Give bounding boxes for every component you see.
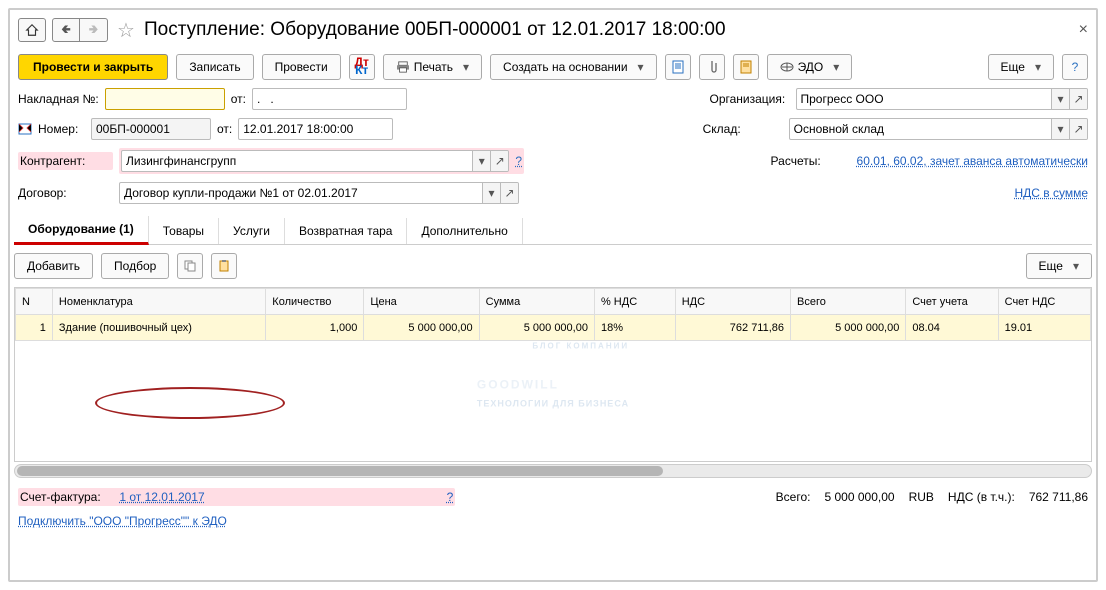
invoice-label: Накладная №: xyxy=(18,92,99,106)
write-button[interactable]: Записать xyxy=(176,54,253,80)
contract-input[interactable] xyxy=(120,183,482,203)
org-input[interactable] xyxy=(797,89,1052,109)
dtkt-icon[interactable]: ДтКт xyxy=(349,54,375,80)
col-item[interactable]: Номенклатура xyxy=(52,289,265,315)
attach-icon[interactable] xyxy=(699,54,725,80)
col-vatrate[interactable]: % НДС xyxy=(594,289,675,315)
tab-returnable[interactable]: Возвратная тара xyxy=(285,218,408,244)
tab-goods[interactable]: Товары xyxy=(149,218,219,244)
print-button[interactable]: Печать xyxy=(383,54,482,80)
vat-sum: 762 711,86 xyxy=(1029,490,1088,504)
add-row-button[interactable]: Добавить xyxy=(14,253,93,279)
settlements-link[interactable]: 60.01, 60.02, зачет аванса автоматически xyxy=(857,154,1088,168)
org-dropdown-icon[interactable]: ▾ xyxy=(1051,89,1069,109)
tab-services[interactable]: Услуги xyxy=(219,218,285,244)
paste-icon[interactable] xyxy=(211,253,237,279)
warehouse-input[interactable] xyxy=(790,119,1051,139)
col-total[interactable]: Всего xyxy=(791,289,906,315)
warehouse-dropdown-icon[interactable]: ▾ xyxy=(1051,119,1069,139)
col-vat[interactable]: НДС xyxy=(675,289,790,315)
table-row[interactable]: 1 Здание (пошивочный цех) 1,000 5 000 00… xyxy=(16,315,1091,341)
contract-dropdown-icon[interactable]: ▾ xyxy=(482,183,500,203)
tab-additional[interactable]: Дополнительно xyxy=(407,218,522,244)
org-open-icon[interactable]: ↗ xyxy=(1069,89,1087,109)
create-based-button[interactable]: Создать на основании xyxy=(490,54,657,80)
col-acct[interactable]: Счет учета xyxy=(906,289,998,315)
date-input[interactable] xyxy=(239,119,393,139)
equipment-table[interactable]: N Номенклатура Количество Цена Сумма % Н… xyxy=(15,288,1091,341)
post-button[interactable]: Провести xyxy=(262,54,341,80)
back-button[interactable] xyxy=(52,18,80,42)
warehouse-open-icon[interactable]: ↗ xyxy=(1069,119,1087,139)
page-title: Поступление: Оборудование 00БП-000001 от… xyxy=(144,19,726,41)
counterparty-dropdown-icon[interactable]: ▾ xyxy=(472,151,490,171)
org-label: Организация: xyxy=(710,92,790,106)
invoice-fact-label: Счет-фактура: xyxy=(20,490,101,504)
watermark: БЛОГ КОМПАНИИ GOODWILL ТЕХНОЛОГИИ ДЛЯ БИ… xyxy=(477,341,629,408)
tabs: Оборудование (1) Товары Услуги Возвратна… xyxy=(14,216,1092,245)
col-sum[interactable]: Сумма xyxy=(479,289,594,315)
contract-label: Договор: xyxy=(18,186,113,200)
h-scrollbar[interactable] xyxy=(14,464,1092,478)
settlements-label: Расчеты: xyxy=(771,154,851,168)
connect-edo-link[interactable]: Подключить "OOO "Прогресс"" к ЭДО xyxy=(18,514,227,528)
forward-button[interactable] xyxy=(80,18,108,42)
tab-equipment[interactable]: Оборудование (1) xyxy=(14,216,149,245)
vat-label: НДС (в т.ч.): xyxy=(948,490,1015,504)
totals-currency: RUB xyxy=(909,490,934,504)
home-button[interactable] xyxy=(18,18,46,42)
tab-more-button[interactable]: Еще xyxy=(1026,253,1092,279)
counterparty-label: Контрагент: xyxy=(20,154,85,168)
counterparty-help-icon[interactable]: ? xyxy=(515,154,522,168)
contract-open-icon[interactable]: ↗ xyxy=(500,183,518,203)
copy-icon[interactable] xyxy=(177,253,203,279)
col-price[interactable]: Цена xyxy=(364,289,479,315)
number-label: Номер: xyxy=(38,122,85,136)
more-button[interactable]: Еще xyxy=(988,54,1054,80)
doc-icon xyxy=(18,122,32,136)
col-qty[interactable]: Количество xyxy=(266,289,364,315)
favorite-icon[interactable] xyxy=(114,18,138,42)
warehouse-label: Склад: xyxy=(703,122,783,136)
sheet-icon[interactable] xyxy=(665,54,691,80)
list-icon[interactable] xyxy=(733,54,759,80)
invoice-input[interactable] xyxy=(105,88,225,110)
counterparty-open-icon[interactable]: ↗ xyxy=(490,151,508,171)
totals-sum: 5 000 000,00 xyxy=(824,490,894,504)
col-vatacct[interactable]: Счет НДС xyxy=(998,289,1090,315)
invoice-fact-link[interactable]: 1 от 12.01.2017 xyxy=(119,490,204,504)
vat-link[interactable]: НДС в сумме xyxy=(1014,186,1088,200)
close-icon[interactable]: × xyxy=(1079,21,1088,39)
pick-button[interactable]: Подбор xyxy=(101,253,169,279)
invoice-fact-help[interactable]: ? xyxy=(447,490,454,504)
from-label-2: от: xyxy=(217,122,232,136)
from-label: от: xyxy=(231,92,246,106)
totals-label: Всего: xyxy=(776,490,811,504)
help-icon[interactable]: ? xyxy=(1062,54,1088,80)
counterparty-input[interactable] xyxy=(122,151,472,171)
edo-button[interactable]: ЭДО xyxy=(767,54,853,80)
col-n[interactable]: N xyxy=(16,289,53,315)
post-and-close-button[interactable]: Провести и закрыть xyxy=(18,54,168,80)
number-input[interactable] xyxy=(91,118,211,140)
invoice-date-input[interactable] xyxy=(253,89,407,109)
